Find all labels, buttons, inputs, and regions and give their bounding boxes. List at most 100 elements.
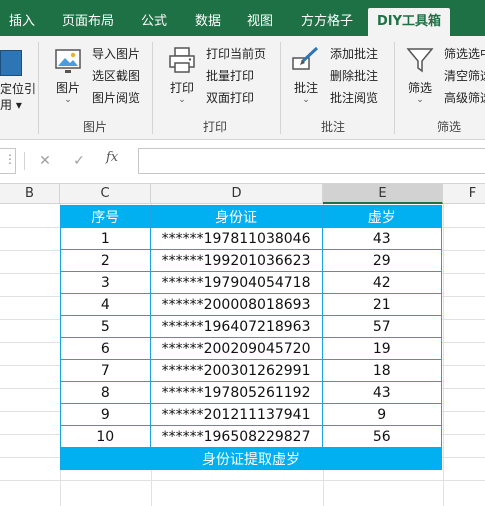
table-row: 7 ******200301262991 18 [60, 359, 442, 382]
cell-age[interactable]: 18 [321, 359, 442, 382]
cell-index[interactable]: 8 [60, 381, 151, 404]
table-row: 10 ******196508229827 56 [60, 425, 442, 448]
cell-id-card[interactable]: ******197805261192 [149, 381, 323, 404]
filter-funnel-icon [406, 48, 434, 73]
group-label-comment: 批注 [320, 120, 345, 134]
cell-id-card[interactable]: ******196508229827 [149, 425, 323, 448]
data-table: 序号 身份证 虚岁 1 ******197811038046 43 2 ****… [60, 205, 442, 470]
group-separator [280, 42, 281, 134]
advanced-filter-label: 高级筛选 [444, 91, 485, 105]
column-header-f[interactable]: F [443, 184, 485, 204]
tab-formulas[interactable]: 公式 [132, 8, 176, 36]
tab-page-layout[interactable]: 页面布局 [54, 8, 122, 36]
cell-id-card[interactable]: ******200008018693 [149, 293, 323, 316]
duplex-print-button[interactable]: 双面打印 [206, 88, 254, 108]
table-row: 1 ******197811038046 43 [60, 227, 442, 250]
cell-index[interactable]: 10 [60, 425, 151, 448]
header-cell-index[interactable]: 序号 [60, 205, 151, 228]
filter-button[interactable]: 筛选 ⌄ [398, 44, 442, 105]
header-cell-id-card[interactable]: 身份证 [149, 205, 323, 228]
table-row: 9 ******201211137941 9 [60, 403, 442, 426]
cell-id-card[interactable]: ******197904054718 [149, 271, 323, 294]
comment-pen-icon [292, 46, 319, 70]
cell-age[interactable]: 43 [321, 381, 442, 404]
print-current-page-label: 打印当前页 [206, 47, 267, 61]
cell-index[interactable]: 9 [60, 403, 151, 426]
column-header-d[interactable]: D [151, 184, 323, 204]
column-header-e[interactable]: E [323, 184, 443, 204]
tab-diy-toolbox[interactable]: DIY工具箱 [368, 8, 450, 36]
picture-button-label: 图片 [55, 81, 80, 95]
group-separator [38, 42, 39, 134]
clear-filter-button[interactable]: 清空筛选 [444, 66, 485, 86]
comment-preview-button[interactable]: 批注阅览 [330, 88, 378, 108]
filter-button-label: 筛选 [407, 81, 432, 95]
check-icon[interactable]: ✓ [68, 150, 90, 172]
region-screenshot-label: 选区截图 [92, 69, 141, 83]
add-comment-label: 添加批注 [330, 47, 379, 61]
locate-reference-label-2[interactable]: 用 ▾ [0, 96, 22, 113]
cell-id-card[interactable]: ******199201036623 [149, 249, 323, 272]
group-separator [152, 42, 153, 134]
cell-age[interactable]: 9 [321, 403, 442, 426]
printer-icon [169, 47, 195, 73]
cell-age[interactable]: 21 [321, 293, 442, 316]
column-header-c[interactable]: C [60, 184, 151, 204]
cell-index[interactable]: 7 [60, 359, 151, 382]
delete-comment-label: 删除批注 [330, 69, 379, 83]
insert-function-button[interactable]: fx [106, 150, 118, 165]
tab-fangfang-gezi[interactable]: 方方格子 [292, 8, 362, 36]
tab-view[interactable]: 视图 [238, 8, 282, 36]
cell-age[interactable]: 43 [321, 227, 442, 250]
locate-reference-label[interactable]: 定位引 [0, 80, 36, 97]
tab-insert[interactable]: 插入 [2, 8, 42, 36]
cell-age[interactable]: 42 [321, 271, 442, 294]
close-icon[interactable]: ✕ [34, 150, 56, 172]
batch-print-button[interactable]: 批量打印 [206, 66, 254, 86]
column-header-b[interactable]: B [0, 184, 60, 204]
more-options-icon[interactable]: ⋮ [4, 152, 16, 166]
advanced-filter-button[interactable]: 高级筛选 [444, 88, 485, 108]
cell-age[interactable]: 19 [321, 337, 442, 360]
region-screenshot-button[interactable]: 选区截图 [92, 66, 140, 86]
picture-button[interactable]: 图片 ⌄ [46, 44, 90, 105]
formula-input[interactable] [138, 148, 485, 174]
picture-icon [55, 49, 81, 73]
cell-index[interactable]: 2 [60, 249, 151, 272]
locate-reference-icon[interactable] [0, 50, 22, 76]
delete-comment-button[interactable]: 删除批注 [330, 66, 378, 86]
cell-index[interactable]: 4 [60, 293, 151, 316]
chevron-down-icon: ⌄ [64, 95, 72, 105]
print-current-page-button[interactable]: 打印当前页 [206, 44, 266, 64]
cell-age[interactable]: 57 [321, 315, 442, 338]
print-button[interactable]: 打印 ⌄ [160, 44, 204, 105]
cell-index[interactable]: 3 [60, 271, 151, 294]
cell-age[interactable]: 29 [321, 249, 442, 272]
cell-index[interactable]: 5 [60, 315, 151, 338]
cell-id-card[interactable]: ******197811038046 [149, 227, 323, 250]
picture-preview-label: 图片阅览 [92, 91, 141, 105]
cell-id-card[interactable]: ******196407218963 [149, 315, 323, 338]
comment-button-label: 批注 [293, 81, 318, 95]
table-row: 5 ******196407218963 57 [60, 315, 442, 338]
group-label-print: 打印 [202, 120, 227, 134]
add-comment-button[interactable]: 添加批注 [330, 44, 378, 64]
filter-selected-button[interactable]: 筛选选中 [444, 44, 485, 64]
cell-id-card[interactable]: ******200301262991 [149, 359, 323, 382]
table-row: 8 ******197805261192 43 [60, 381, 442, 404]
picture-preview-button[interactable]: 图片阅览 [92, 88, 140, 108]
cell-age[interactable]: 56 [321, 425, 442, 448]
cell-index[interactable]: 6 [60, 337, 151, 360]
ribbon-tab-bar: 插入 页面布局 公式 数据 视图 方方格子 DIY工具箱 [0, 0, 485, 36]
tab-data[interactable]: 数据 [186, 8, 230, 36]
cell-id-card[interactable]: ******200209045720 [149, 337, 323, 360]
comment-preview-label: 批注阅览 [330, 91, 379, 105]
header-cell-nominal-age[interactable]: 虚岁 [321, 205, 442, 228]
cell-id-card[interactable]: ******201211137941 [149, 403, 323, 426]
cell-index[interactable]: 1 [60, 227, 151, 250]
import-picture-button[interactable]: 导入图片 [92, 44, 140, 64]
comment-button[interactable]: 批注 ⌄ [284, 44, 328, 105]
title-strip [0, 0, 485, 6]
table-footer-caption[interactable]: 身份证提取虚岁 [60, 447, 442, 470]
table-row: 2 ******199201036623 29 [60, 249, 442, 272]
